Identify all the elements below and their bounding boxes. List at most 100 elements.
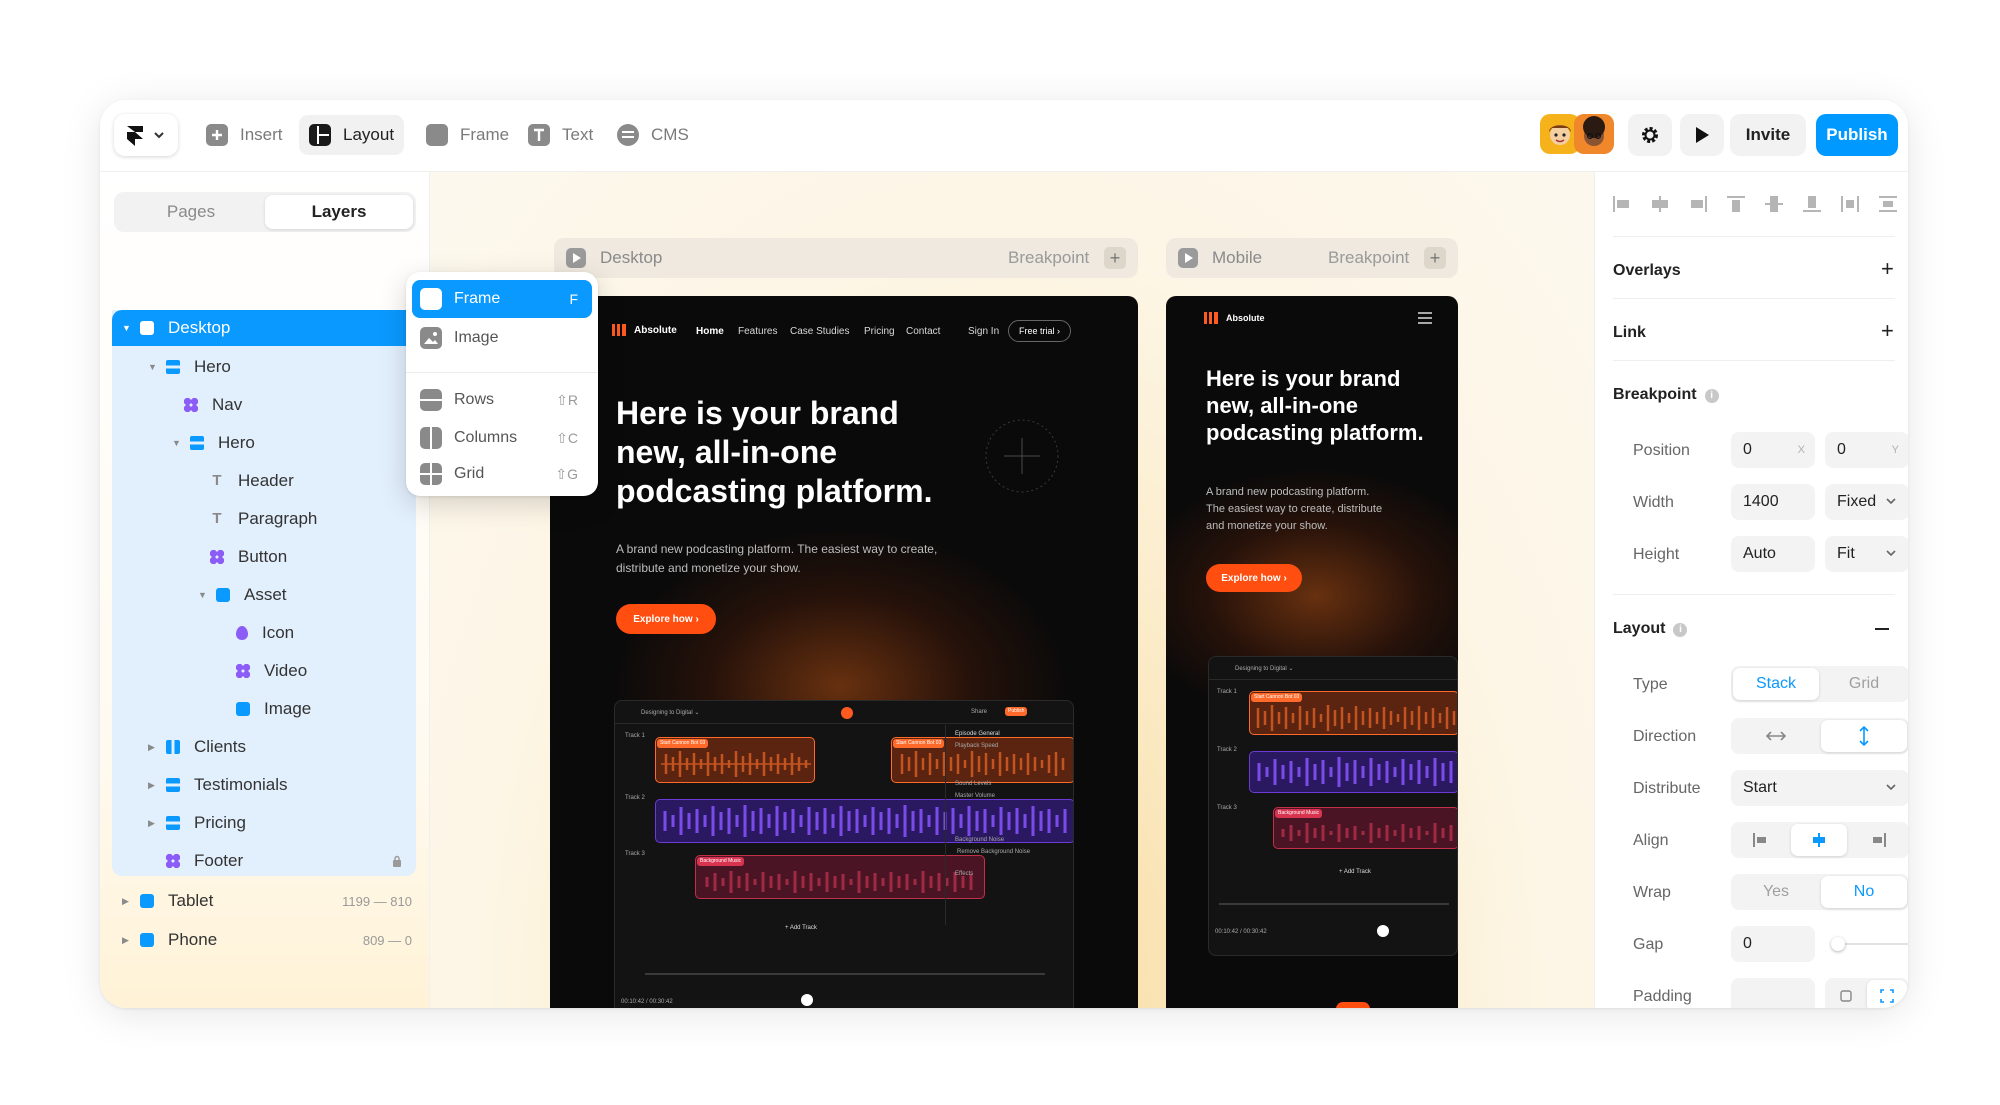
expand-arrow-icon[interactable]: ▶ [148,780,158,791]
expand-arrow-icon[interactable]: ▶ [148,742,158,753]
expand-arrow-icon[interactable]: ▼ [172,438,182,448]
layer-header[interactable]: T Header [210,466,293,496]
height-field[interactable]: Auto [1731,536,1815,572]
type-stack-option[interactable]: Stack [1733,668,1819,700]
layer-video[interactable]: Video [236,656,307,686]
layer-image[interactable]: Image [236,694,311,724]
layer-asset[interactable]: ▼ Asset [198,580,287,610]
nav-link[interactable]: Case Studies [790,326,849,337]
layer-hero-inner[interactable]: ▼ Hero [172,428,255,458]
height-mode-select[interactable]: Fit [1825,536,1908,572]
text-button[interactable]: Text [518,115,603,155]
layer-icon[interactable]: Icon [236,618,294,648]
layer-desktop[interactable]: ▼ Desktop [122,313,230,343]
layer-footer[interactable]: Footer [166,846,406,876]
add-breakpoint-button[interactable]: + [1424,247,1446,269]
play-icon[interactable] [1178,248,1198,268]
collapse-layout-button[interactable] [1875,628,1889,630]
menu-item-grid[interactable]: Grid ⇧G [412,457,592,491]
nav-link[interactable]: Pricing [864,326,895,337]
desktop-frame[interactable]: Absolute Home Features Case Studies Pric… [550,296,1138,1008]
nav-link[interactable]: Features [738,326,777,337]
distribute-v-icon[interactable] [1879,196,1897,212]
align-bottom-icon[interactable] [1803,196,1821,212]
direction-vertical-option[interactable] [1821,720,1907,752]
tab-pages[interactable]: Pages [117,195,265,229]
align-end-option[interactable] [1849,824,1907,856]
width-field[interactable]: 1400 [1731,484,1815,520]
align-center-v-icon[interactable] [1765,196,1783,212]
expand-arrow-icon[interactable]: ▼ [148,362,158,372]
desktop-breakpoint-bar[interactable]: Desktop Breakpoint + [554,238,1138,278]
preview-button[interactable] [1680,114,1724,156]
layer-nav[interactable]: Nav [184,390,242,420]
properties-panel: Overlays + Link + Breakpoint i Position 0… [1594,172,1908,1008]
mobile-breakpoint-bar[interactable]: Mobile Breakpoint + [1166,238,1458,278]
distribute-h-icon[interactable] [1841,196,1859,212]
layer-testimonials[interactable]: ▶ Testimonials [148,770,288,800]
align-top-icon[interactable] [1727,196,1745,212]
position-y-field[interactable]: 0Y [1825,432,1908,468]
distribute-select[interactable]: Start [1731,770,1908,806]
padding-field[interactable] [1731,978,1815,1008]
mobile-frame[interactable]: Absolute Here is your brand new, all-in-… [1166,296,1458,1008]
headline-line: new, all-in-one [616,434,838,471]
free-trial-button[interactable]: Free trial › [1008,320,1072,342]
play-icon[interactable] [566,248,586,268]
menu-item-rows[interactable]: Rows ⇧R [412,381,592,419]
invite-button[interactable]: Invite [1730,114,1806,156]
expand-arrow-icon[interactable]: ▶ [122,896,132,907]
wrap-yes-option[interactable]: Yes [1733,876,1819,908]
expand-arrow-icon[interactable]: ▶ [148,818,158,829]
info-icon[interactable]: i [1673,623,1688,637]
info-icon[interactable]: i [1704,389,1719,403]
sign-in-link[interactable]: Sign In [968,326,999,337]
align-left-icon[interactable] [1613,196,1631,212]
settings-button[interactable] [1628,114,1672,156]
menu-item-columns[interactable]: Columns ⇧C [412,419,592,457]
expand-arrow-icon[interactable]: ▶ [122,935,132,946]
design-canvas[interactable]: Desktop Breakpoint + Mobile Breakpoint +… [430,172,1594,1008]
layer-tablet[interactable]: ▶ Tablet 1199 — 810 [122,886,418,916]
layer-paragraph[interactable]: T Paragraph [210,504,317,534]
align-start-option[interactable] [1733,824,1789,856]
layer-hero[interactable]: ▼ Hero [148,352,231,382]
publish-button[interactable]: Publish [1816,114,1898,156]
app-menu-button[interactable] [114,114,178,156]
insert-button[interactable]: Insert [196,115,293,155]
frame-button[interactable]: Frame [416,115,519,155]
type-grid-option[interactable]: Grid [1821,668,1907,700]
align-center-h-icon[interactable] [1651,196,1669,212]
gap-slider[interactable] [1831,937,1908,951]
menu-item-frame[interactable]: Frame F [412,280,592,318]
position-x-field[interactable]: 0X [1731,432,1815,468]
layer-clients[interactable]: ▶ Clients [148,732,246,762]
layer-pricing[interactable]: ▶ Pricing [148,808,246,838]
explore-button[interactable]: Explore how › [616,604,716,634]
tab-layers[interactable]: Layers [265,195,413,229]
direction-horizontal-option[interactable] [1733,720,1819,752]
padding-individual-option[interactable] [1867,980,1907,1008]
slider-knob[interactable] [1831,937,1845,951]
layer-button[interactable]: Button [210,542,287,572]
expand-arrow-icon[interactable]: ▼ [122,323,132,333]
layer-phone[interactable]: ▶ Phone 809 — 0 [122,925,418,955]
hamburger-menu-icon[interactable] [1418,312,1432,324]
add-breakpoint-button[interactable]: + [1104,247,1126,269]
align-right-icon[interactable] [1689,196,1707,212]
align-center-option[interactable] [1791,824,1847,856]
nav-link[interactable]: Contact [906,326,940,337]
avatar[interactable] [1574,114,1614,154]
gap-field[interactable]: 0 [1731,926,1815,962]
padding-uniform-option[interactable] [1827,980,1865,1008]
width-mode-select[interactable]: Fixed [1825,484,1908,520]
cms-button[interactable]: CMS [607,115,699,155]
wrap-no-option[interactable]: No [1821,876,1907,908]
menu-item-image[interactable]: Image [412,319,592,357]
add-link-button[interactable]: + [1881,318,1894,344]
layout-button[interactable]: Layout [299,115,405,155]
add-overlay-button[interactable]: + [1881,256,1894,282]
explore-button[interactable]: Explore how › [1206,564,1302,592]
nav-link[interactable]: Home [696,326,724,337]
expand-arrow-icon[interactable]: ▼ [198,590,208,600]
